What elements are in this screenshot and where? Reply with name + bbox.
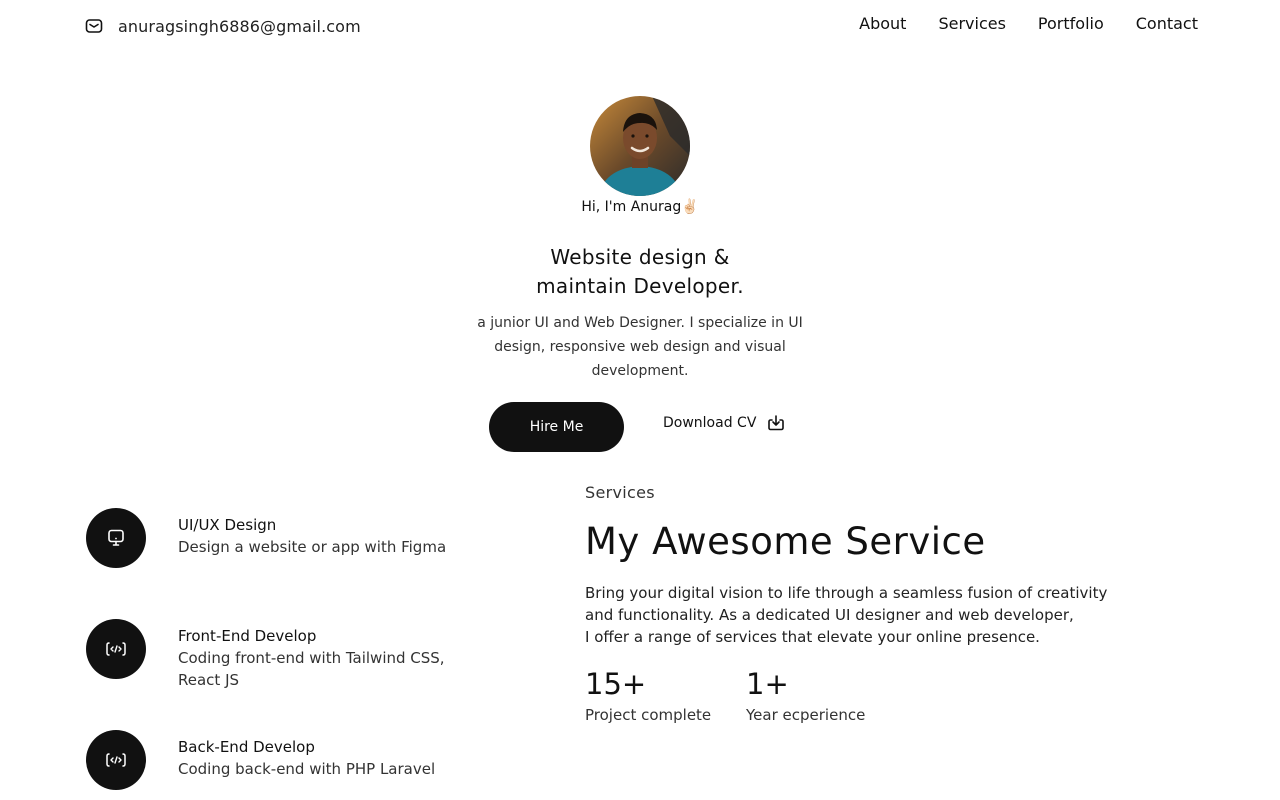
site-header: anuragsingh6886@gmail.com About Services… xyxy=(0,0,1280,50)
headline-line-2: maintain Developer. xyxy=(536,274,744,298)
main-nav: About Services Portfolio Contact xyxy=(859,14,1198,33)
service-title: Back-End Develop xyxy=(178,738,315,756)
stat-label: Project complete xyxy=(585,706,712,724)
service-description: Coding back-end with PHP Laravel xyxy=(178,760,436,778)
download-cv-label: Download CV xyxy=(663,415,757,431)
nav-about[interactable]: About xyxy=(859,14,906,33)
section-label: Services xyxy=(585,483,655,502)
service-description: Design a website or app with Figma xyxy=(178,538,447,556)
stat-projects: 15+ Project complete xyxy=(585,666,711,724)
hero-tagline: a junior UI and Web Designer. I speciali… xyxy=(477,315,803,379)
service-title: UI/UX Design xyxy=(178,516,277,534)
service-item-backend[interactable]: Back-End Develop Coding back-end with PH… xyxy=(86,730,506,790)
stat-label: Year ecperience xyxy=(746,706,866,724)
description-line-1: Bring your digital vision to life throug… xyxy=(585,584,1108,602)
stat-experience: 1+ Year ecperience xyxy=(746,666,865,724)
nav-portfolio[interactable]: Portfolio xyxy=(1038,14,1104,33)
greeting-text: Hi, I'm Anurag✌🏻 xyxy=(581,199,699,215)
service-item-uiux[interactable]: UI/UX Design Design a website or app wit… xyxy=(86,508,506,568)
contact-email[interactable]: anuragsingh6886@gmail.com xyxy=(85,15,361,37)
service-title: Front-End Develop xyxy=(178,627,317,645)
section-title: My Awesome Service xyxy=(585,520,986,563)
mail-icon xyxy=(85,17,103,35)
stat-value: 15+ xyxy=(585,667,647,701)
monitor-icon xyxy=(86,508,146,568)
code-icon xyxy=(86,730,146,790)
profile-avatar xyxy=(590,96,690,196)
service-item-frontend[interactable]: Front-End Develop Coding front-end with … xyxy=(86,619,506,691)
service-description: Coding front-end with Tailwind CSS, Reac… xyxy=(178,649,445,689)
section-description: Bring your digital vision to life throug… xyxy=(585,582,1145,648)
code-icon xyxy=(86,619,146,679)
hire-me-button[interactable]: Hire Me xyxy=(489,402,624,452)
description-line-2: and functionality. As a dedicated UI des… xyxy=(585,606,1074,624)
nav-contact[interactable]: Contact xyxy=(1136,14,1198,33)
stat-value: 1+ xyxy=(746,667,789,701)
nav-services[interactable]: Services xyxy=(938,14,1005,33)
download-cv-link[interactable]: Download CV xyxy=(663,414,785,432)
download-icon xyxy=(767,414,785,432)
email-text: anuragsingh6886@gmail.com xyxy=(118,16,361,36)
headline-line-1: Website design & xyxy=(550,245,730,269)
hero-headline: Website design & maintain Developer. xyxy=(440,243,840,301)
description-line-3: I offer a range of services that elevate… xyxy=(585,628,1040,646)
